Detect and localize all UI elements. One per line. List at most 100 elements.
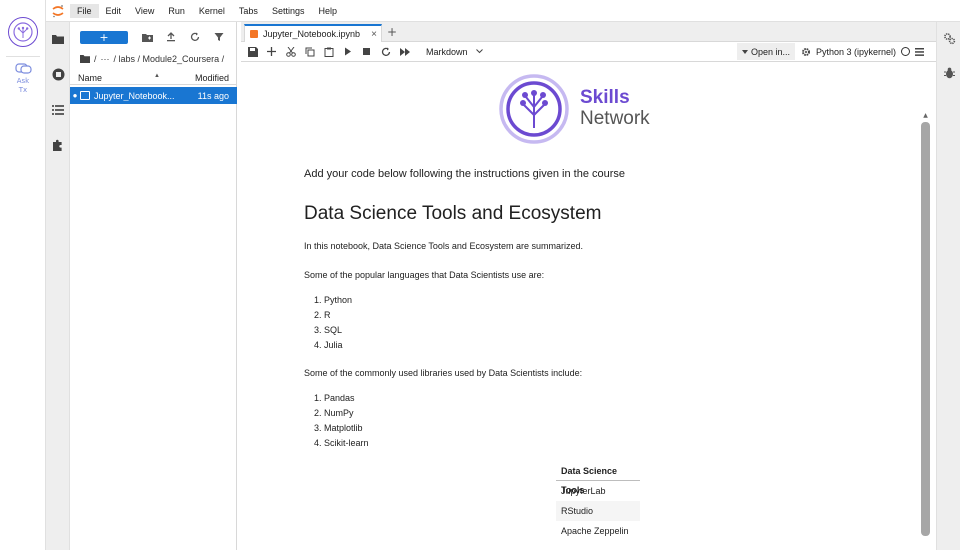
left-activity-bar xyxy=(46,22,70,550)
name-column-header[interactable]: Name xyxy=(78,73,102,83)
file-modified: 11s ago xyxy=(197,90,229,101)
table-row: JupyterLab xyxy=(561,486,606,496)
menu-icon[interactable] xyxy=(915,47,925,56)
upload-icon[interactable] xyxy=(162,30,180,44)
table-row: RStudio xyxy=(556,501,640,521)
breadcrumb-folder-icon[interactable] xyxy=(80,55,90,63)
jupyter-logo-icon xyxy=(46,0,70,22)
list-item: 2. NumPy xyxy=(314,408,354,418)
file-browser-toolbar: + xyxy=(80,29,232,45)
caret-down-icon xyxy=(742,49,748,54)
chat-bubble-icon xyxy=(14,63,32,74)
rail-divider xyxy=(6,56,40,57)
menu-kernel[interactable]: Kernel xyxy=(192,4,232,18)
cell-type-dropdown[interactable]: Markdown xyxy=(426,47,483,57)
chevron-down-icon xyxy=(475,49,483,54)
tx-label: Tx xyxy=(18,86,28,94)
restart-icon[interactable] xyxy=(376,43,395,61)
refresh-icon[interactable] xyxy=(186,30,204,44)
list-item: 2. R xyxy=(314,310,331,320)
copy-icon[interactable] xyxy=(300,43,319,61)
tab-notebook[interactable]: Jupyter_Notebook.ipynb × xyxy=(244,24,382,42)
page-title: Data Science Tools and Ecosystem xyxy=(304,203,602,224)
filter-icon[interactable] xyxy=(210,30,228,44)
menu-help[interactable]: Help xyxy=(311,4,344,18)
run-icon[interactable] xyxy=(338,43,357,61)
table-of-contents-icon[interactable] xyxy=(51,103,65,117)
menu-view[interactable]: View xyxy=(128,4,161,18)
tab-label: Jupyter_Notebook.ipynb xyxy=(263,29,361,39)
new-launcher-button[interactable]: + xyxy=(80,30,128,44)
notebook-content: Skills Network Add your code below follo… xyxy=(241,63,936,550)
open-in-label: Open in... xyxy=(751,46,791,57)
skills-network-banner: Skills Network xyxy=(498,73,668,145)
menu-edit[interactable]: Edit xyxy=(99,4,129,18)
file-list-item[interactable]: ● Jupyter_Notebook... 11s ago xyxy=(70,87,237,104)
menu-bar: File Edit View Run Kernel Tabs Settings … xyxy=(46,0,960,22)
skills-network-tree-icon xyxy=(499,74,569,144)
breadcrumb-root[interactable]: / xyxy=(94,54,97,64)
folder-icon[interactable] xyxy=(51,32,65,46)
menu-settings[interactable]: Settings xyxy=(265,4,312,18)
file-list-header: Name ▲ Modified xyxy=(70,71,237,85)
menu-tabs[interactable]: Tabs xyxy=(232,4,265,18)
modified-column-header[interactable]: Modified xyxy=(195,73,229,83)
kernel-area: Python 3 (ipykernel) xyxy=(801,43,925,60)
kernel-settings-gear-icon[interactable] xyxy=(801,47,811,57)
menu-run[interactable]: Run xyxy=(161,4,192,18)
ask-label: Ask xyxy=(16,77,30,85)
paste-icon[interactable] xyxy=(319,43,338,61)
table-header: Data Science Tools xyxy=(556,462,640,495)
right-sidebar xyxy=(936,22,960,550)
open-in-dropdown[interactable]: Open in... xyxy=(737,43,796,60)
ask-tx-button[interactable]: Ask Tx xyxy=(0,63,46,95)
instruction-text: Add your code below following the instru… xyxy=(304,168,626,180)
save-icon[interactable] xyxy=(243,43,262,61)
breadcrumb-path[interactable]: / labs / Module2_Coursera / xyxy=(114,54,225,64)
extension-puzzle-icon[interactable] xyxy=(51,138,65,152)
add-tab-button[interactable]: + xyxy=(385,25,399,39)
list-item: 3. Matplotlib xyxy=(314,423,363,433)
logo-skills-text: Skills xyxy=(580,87,630,108)
vertical-scrollbar[interactable] xyxy=(921,122,930,536)
file-browser-panel: + / ··· / labs / Module2_Coursera / Name… xyxy=(70,22,237,550)
libraries-list: 1. Pandas 2. NumPy 3. Matplotlib 4. Scik… xyxy=(304,391,369,451)
cell-type-value: Markdown xyxy=(426,46,468,57)
running-indicator-icon: ● xyxy=(72,91,78,100)
list-item: 1. Python xyxy=(314,295,353,305)
file-name: Jupyter_Notebook... xyxy=(94,90,175,101)
kernel-status-icon xyxy=(901,47,911,56)
stop-icon[interactable] xyxy=(357,43,376,61)
breadcrumb-ellipsis[interactable]: ··· xyxy=(101,54,110,64)
libraries-intro: Some of the commonly used libraries used… xyxy=(304,368,583,378)
debugger-bug-icon[interactable] xyxy=(942,66,956,80)
notebook-toolbar: Markdown Open in... Python 3 (ipykernel) xyxy=(241,42,936,62)
tab-bar: Jupyter_Notebook.ipynb × + xyxy=(241,22,936,42)
property-inspector-gears-icon[interactable] xyxy=(942,31,956,45)
logo-network-text: Network xyxy=(580,108,650,129)
skills-network-logo-icon[interactable] xyxy=(8,17,38,47)
languages-list: 1. Python 2. R 3. SQL 4. Julia xyxy=(304,293,352,353)
languages-intro: Some of the popular languages that Data … xyxy=(304,270,545,280)
sort-ascending-icon[interactable]: ▲ xyxy=(154,73,160,79)
list-item: 4. Julia xyxy=(314,340,343,350)
insert-cell-icon[interactable] xyxy=(262,43,281,61)
fast-forward-icon[interactable] xyxy=(395,43,414,61)
list-item: 1. Pandas xyxy=(314,393,355,403)
main-area: Jupyter_Notebook.ipynb × + Markdown Open… xyxy=(241,22,936,550)
notebook-file-icon xyxy=(80,91,90,100)
table-row: Apache Zeppelin xyxy=(561,526,629,536)
notebook-tab-icon xyxy=(250,30,258,38)
intro-paragraph: In this notebook, Data Science Tools and… xyxy=(304,241,583,251)
close-icon[interactable]: × xyxy=(367,29,381,40)
scroll-up-arrow[interactable]: ▲ xyxy=(921,112,930,120)
running-kernels-icon[interactable] xyxy=(51,67,65,81)
new-folder-icon[interactable] xyxy=(138,30,156,44)
cut-icon[interactable] xyxy=(281,43,300,61)
list-item: 4. Scikit-learn xyxy=(314,438,369,448)
kernel-name[interactable]: Python 3 (ipykernel) xyxy=(816,47,896,57)
menu-file[interactable]: File xyxy=(70,3,99,18)
breadcrumb: / ··· / labs / Module2_Coursera / xyxy=(80,52,224,66)
skills-network-rail: Ask Tx xyxy=(0,0,46,550)
list-item: 3. SQL xyxy=(314,325,343,335)
